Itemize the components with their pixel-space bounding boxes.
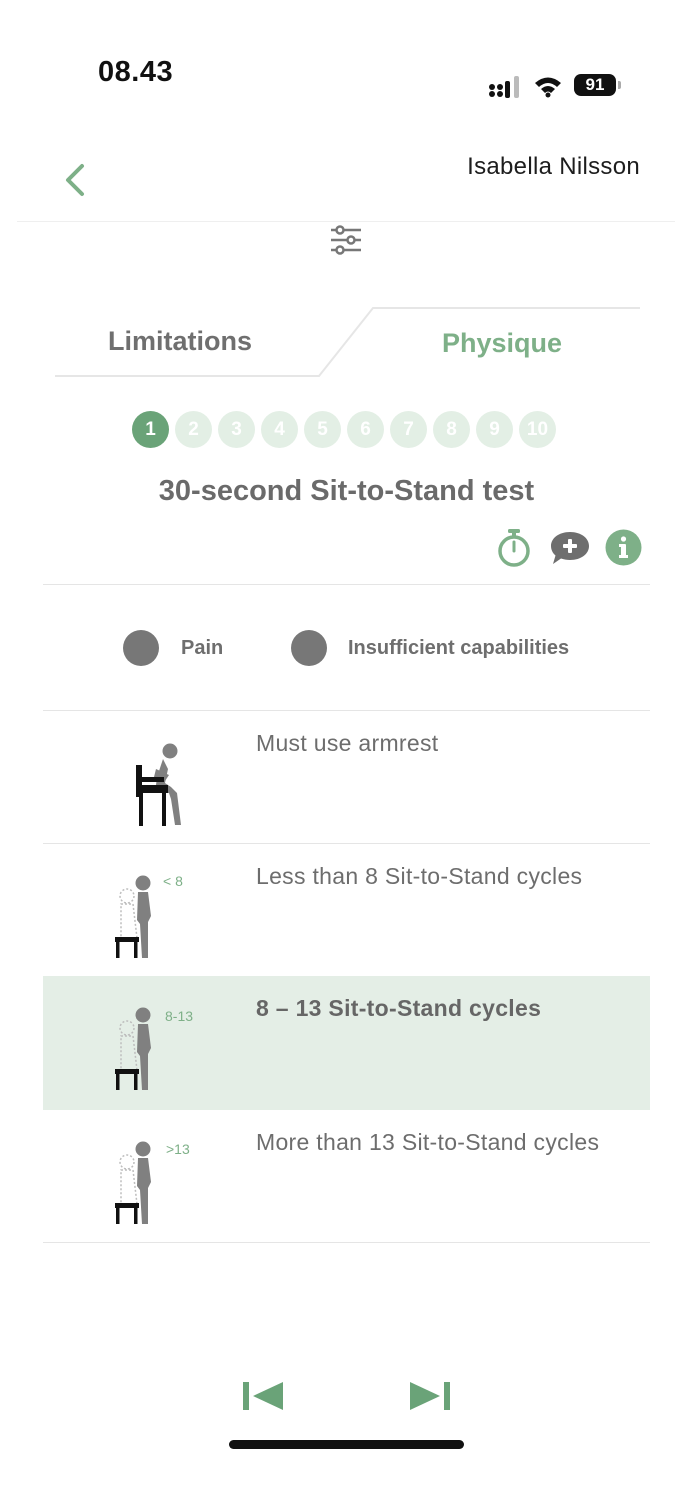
option-label: 8 – 13 Sit-to-Stand cycles — [256, 995, 542, 1021]
divider — [43, 584, 650, 585]
user-name: Isabella Nilsson — [467, 153, 640, 180]
step-5[interactable]: 5 — [304, 411, 341, 448]
header-divider — [17, 221, 675, 222]
tab-physique[interactable]: Physique — [442, 328, 562, 359]
info-icon[interactable] — [605, 529, 642, 566]
option-label: Must use armrest — [256, 730, 439, 756]
option-must-use-armrest[interactable]: Must use armrest — [43, 711, 650, 844]
wifi-icon — [535, 77, 561, 98]
insufficient-capabilities-toggle[interactable]: Insufficient capabilities — [291, 630, 591, 666]
option-more-than-13[interactable]: >13 More than 13 Sit-to-Stand cycles — [43, 1110, 650, 1243]
option-8-13[interactable]: 8-13 8 – 13 Sit-to-Stand cycles — [43, 976, 650, 1110]
sit-to-stand-figure-icon — [115, 875, 151, 958]
step-2[interactable]: 2 — [175, 411, 212, 448]
sliders-icon[interactable] — [326, 224, 366, 258]
next-step-icon[interactable] — [408, 1380, 452, 1412]
sit-to-stand-figure-icon — [115, 1007, 151, 1090]
step-3[interactable]: 3 — [218, 411, 255, 448]
option-badge: >13 — [166, 1141, 190, 1157]
insufficient-capabilities-label: Insufficient capabilities — [348, 637, 570, 659]
option-badge: 8-13 — [165, 1008, 194, 1024]
add-comment-icon[interactable] — [549, 530, 591, 566]
test-title: 30-second Sit-to-Stand test — [158, 475, 535, 507]
option-label: More than 13 Sit-to-Stand cycles — [256, 1129, 600, 1155]
option-label: Less than 8 Sit-to-Stand cycles — [256, 863, 583, 889]
step-indicator: 1 2 3 4 5 6 7 8 9 10 — [132, 411, 556, 448]
insufficient-capabilities-indicator — [291, 630, 327, 666]
pain-toggle[interactable]: Pain — [123, 630, 243, 666]
step-9[interactable]: 9 — [476, 411, 513, 448]
battery-level: 91 — [574, 74, 616, 96]
chevron-left-icon[interactable] — [60, 160, 94, 200]
home-indicator — [229, 1440, 464, 1449]
step-4[interactable]: 4 — [261, 411, 298, 448]
pain-label: Pain — [181, 637, 224, 659]
option-less-than-8[interactable]: < 8 Less than 8 Sit-to-Stand cycles — [43, 844, 650, 977]
step-8[interactable]: 8 — [433, 411, 470, 448]
tab-limitations[interactable]: Limitations — [108, 326, 252, 357]
divider — [43, 1242, 650, 1243]
step-1[interactable]: 1 — [132, 411, 169, 448]
previous-step-icon[interactable] — [241, 1380, 285, 1412]
cellular-signal-icon — [489, 76, 519, 98]
stopwatch-icon[interactable] — [496, 528, 532, 568]
armrest-chair-figure-icon — [136, 743, 181, 826]
option-badge: < 8 — [163, 873, 183, 889]
step-10[interactable]: 10 — [519, 411, 556, 448]
battery-indicator: 91 — [574, 74, 622, 98]
status-time: 08.43 — [98, 56, 174, 88]
step-7[interactable]: 7 — [390, 411, 427, 448]
step-6[interactable]: 6 — [347, 411, 384, 448]
sit-to-stand-figure-icon — [115, 1141, 151, 1224]
pain-indicator — [123, 630, 159, 666]
